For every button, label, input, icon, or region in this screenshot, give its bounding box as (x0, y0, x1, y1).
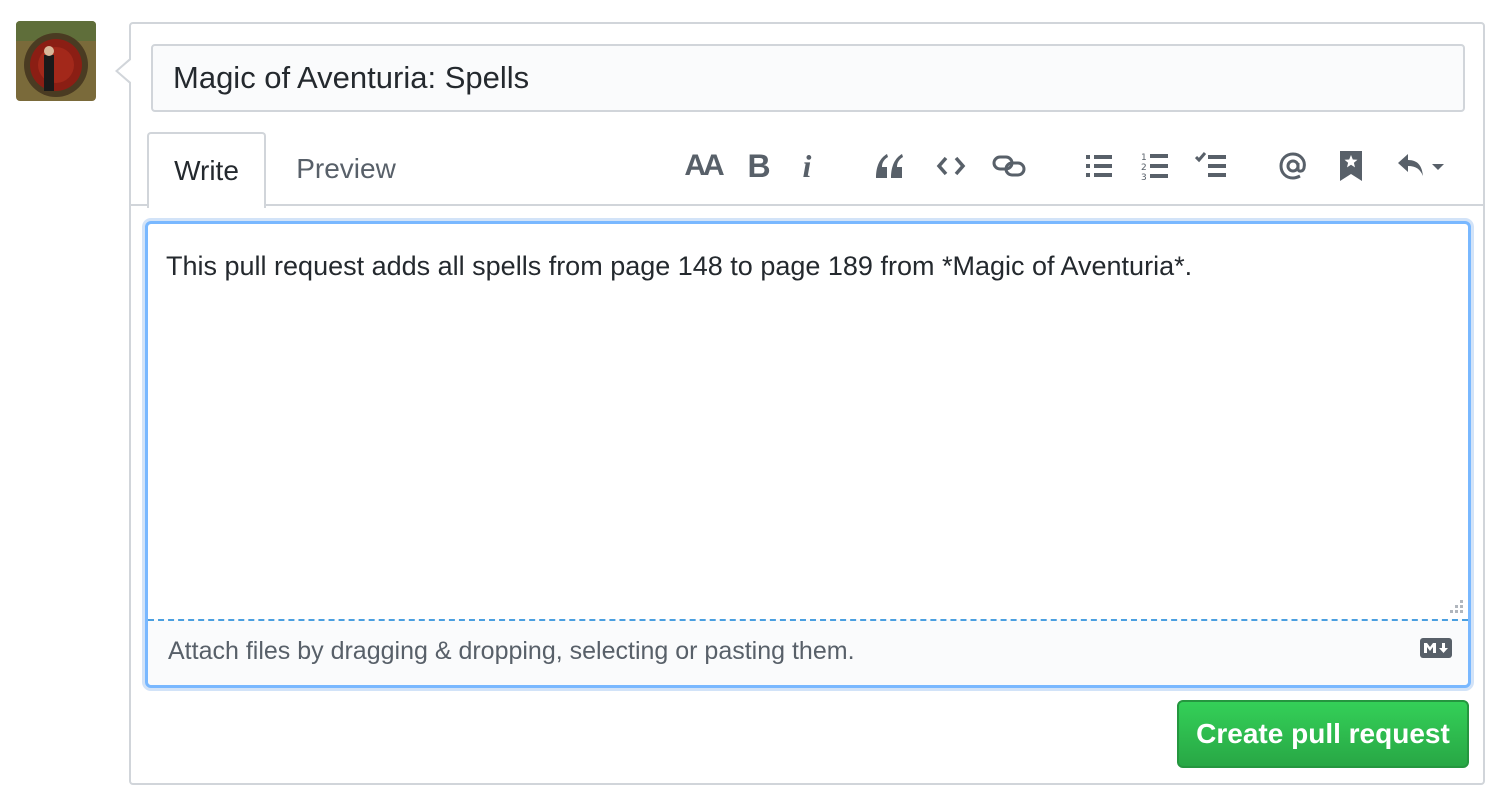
task-list-glyph (1195, 152, 1226, 177)
svg-text:1: 1 (1141, 153, 1147, 163)
comment-body-editor[interactable]: This pull request adds all spells from p… (145, 221, 1471, 688)
italic-icon[interactable]: i (785, 142, 829, 190)
text-size-icon[interactable]: AA (681, 142, 725, 190)
quote-glyph (876, 154, 903, 178)
markdown-toolbar: AA B i 1 2 3 (131, 142, 1483, 190)
bold-label: B (747, 147, 771, 184)
task-list-icon[interactable] (1189, 142, 1233, 190)
title-input[interactable] (151, 44, 1465, 112)
link-icon[interactable] (987, 142, 1031, 190)
comment-caret-inner (118, 59, 132, 83)
svg-text:3: 3 (1141, 173, 1147, 181)
saved-reply-icon[interactable] (1389, 142, 1453, 190)
code-glyph (936, 156, 966, 176)
avatar[interactable] (16, 21, 96, 101)
unordered-list-icon[interactable] (1077, 142, 1121, 190)
text-size-label: AA (684, 149, 724, 182)
quote-icon[interactable] (867, 142, 911, 190)
reference-glyph (1340, 151, 1362, 181)
mention-icon[interactable] (1271, 142, 1315, 190)
saved-reply-glyph (1398, 154, 1444, 176)
tab-write[interactable]: Write (147, 132, 266, 208)
pr-composer: Write Preview AA B i (115, 22, 1485, 785)
create-pull-request-button[interactable]: Create pull request (1177, 700, 1469, 768)
link-glyph (992, 155, 1026, 177)
comment-body-text[interactable]: This pull request adds all spells from p… (166, 246, 1448, 286)
italic-label: i (802, 147, 812, 184)
bold-icon[interactable]: B (737, 142, 781, 190)
attach-hint: Attach files by dragging & dropping, sel… (168, 637, 855, 665)
resize-grip-icon[interactable] (1450, 600, 1464, 614)
reference-icon[interactable] (1329, 142, 1373, 190)
unordered-list-glyph (1086, 155, 1112, 177)
markdown-icon[interactable] (1420, 638, 1452, 658)
pull-request-form: Write Preview AA B i (0, 0, 1498, 798)
file-attachment-bar[interactable]: Attach files by dragging & dropping, sel… (148, 619, 1468, 685)
ordered-list-glyph: 1 2 3 (1141, 153, 1168, 181)
avatar-image (16, 21, 96, 101)
code-icon[interactable] (929, 142, 973, 190)
mention-glyph (1279, 152, 1306, 180)
ordered-list-icon[interactable]: 1 2 3 (1133, 142, 1177, 190)
svg-text:2: 2 (1141, 163, 1147, 173)
